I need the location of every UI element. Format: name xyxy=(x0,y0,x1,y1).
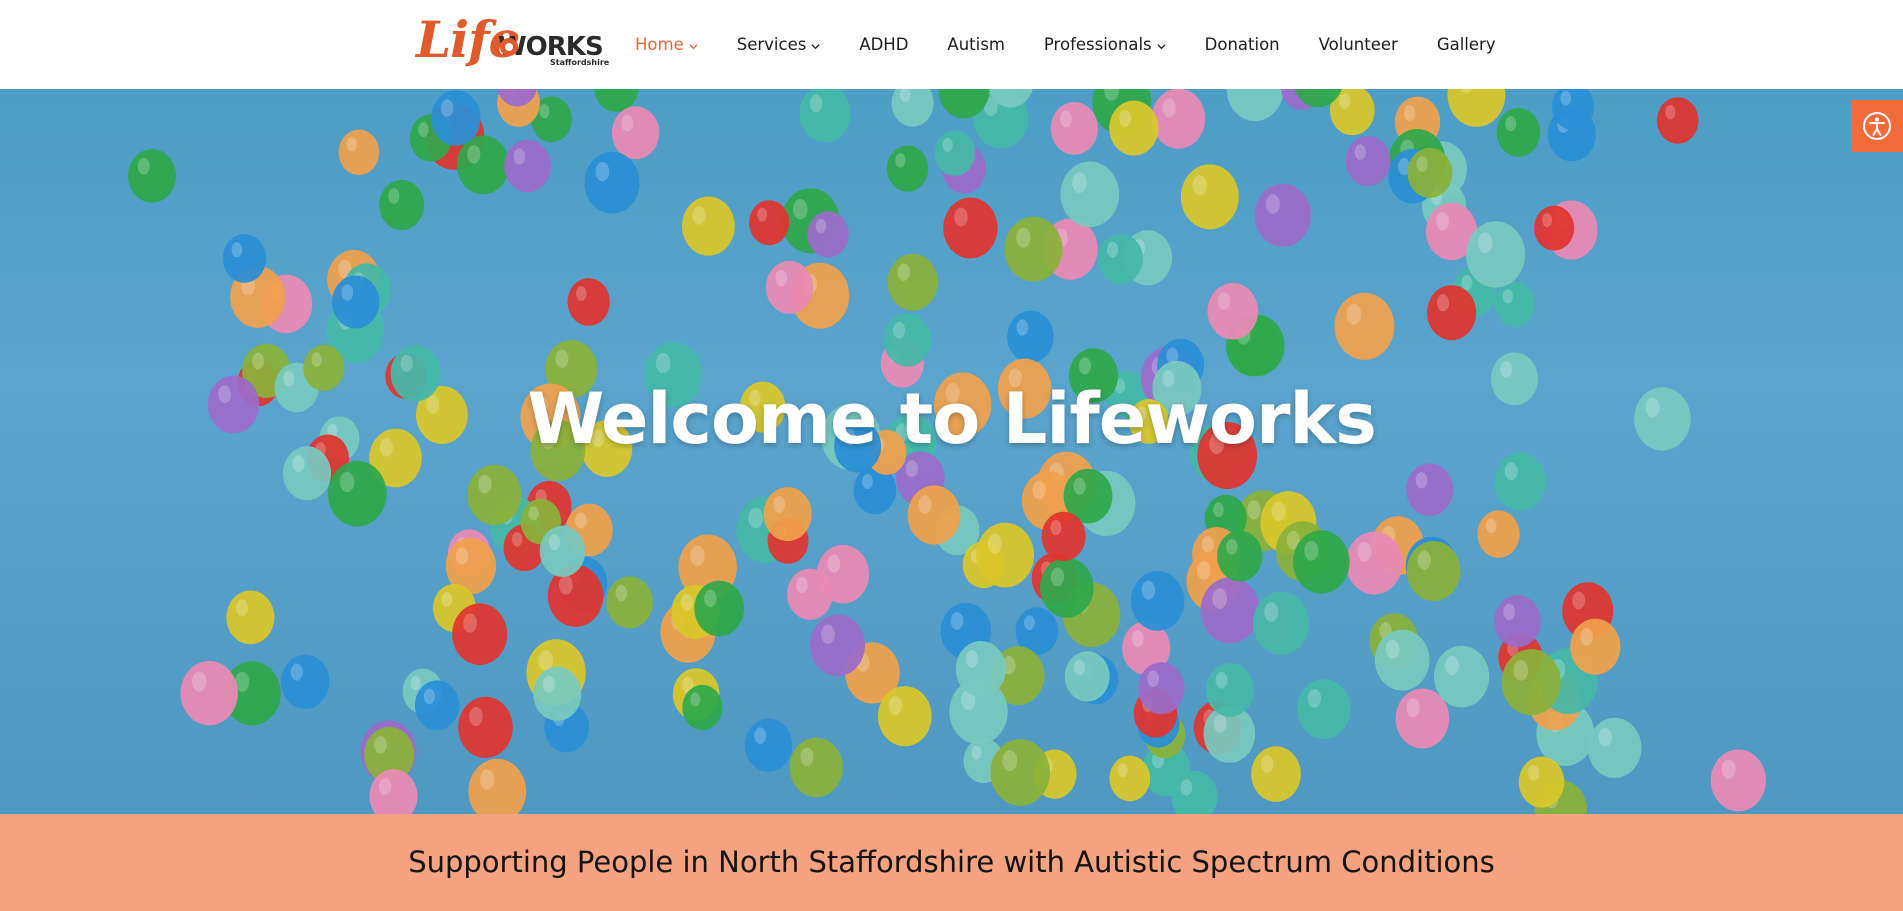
chevron-down-icon xyxy=(689,43,698,49)
nav-item-adhd[interactable]: ADHD xyxy=(859,35,908,54)
hero-section: Welcome to Lifeworks xyxy=(0,89,1903,814)
logo-subtitle: Staffordshire xyxy=(550,58,610,67)
tagline-banner: Supporting People in North Staffordshire… xyxy=(0,814,1903,911)
nav-item-professionals[interactable]: Professionals xyxy=(1044,35,1166,54)
nav-item-label: Donation xyxy=(1204,35,1280,54)
nav-item-volunteer[interactable]: Volunteer xyxy=(1319,35,1398,54)
nav-item-label: Gallery xyxy=(1436,35,1496,54)
gear-icon xyxy=(500,38,518,56)
nav-item-services[interactable]: Services xyxy=(737,35,821,54)
nav-item-label: ADHD xyxy=(859,35,909,54)
nav-item-label: Home xyxy=(635,35,684,54)
nav-item-label: Services xyxy=(736,35,807,54)
nav-item-donation[interactable]: Donation xyxy=(1205,35,1280,54)
nav-item-label: Professionals xyxy=(1043,35,1152,54)
site-logo[interactable]: Life WORKS Staffordshire xyxy=(416,10,612,76)
hero-title: Welcome to Lifeworks xyxy=(527,378,1377,460)
site-header: Life WORKS Staffordshire Home Services A… xyxy=(0,0,1903,89)
nav-item-home[interactable]: Home xyxy=(635,35,698,54)
accessibility-button[interactable] xyxy=(1851,100,1903,152)
nav-item-autism[interactable]: Autism xyxy=(947,35,1004,54)
chevron-down-icon xyxy=(811,43,820,49)
accessibility-icon xyxy=(1863,112,1891,140)
nav-item-label: Autism xyxy=(947,35,1005,54)
nav-item-gallery[interactable]: Gallery xyxy=(1437,35,1496,54)
tagline-text: Supporting People in North Staffordshire… xyxy=(408,845,1495,879)
chevron-down-icon xyxy=(1157,43,1166,49)
main-nav: Home Services ADHD Autism Professionals … xyxy=(635,0,1535,89)
nav-item-label: Volunteer xyxy=(1318,35,1398,54)
